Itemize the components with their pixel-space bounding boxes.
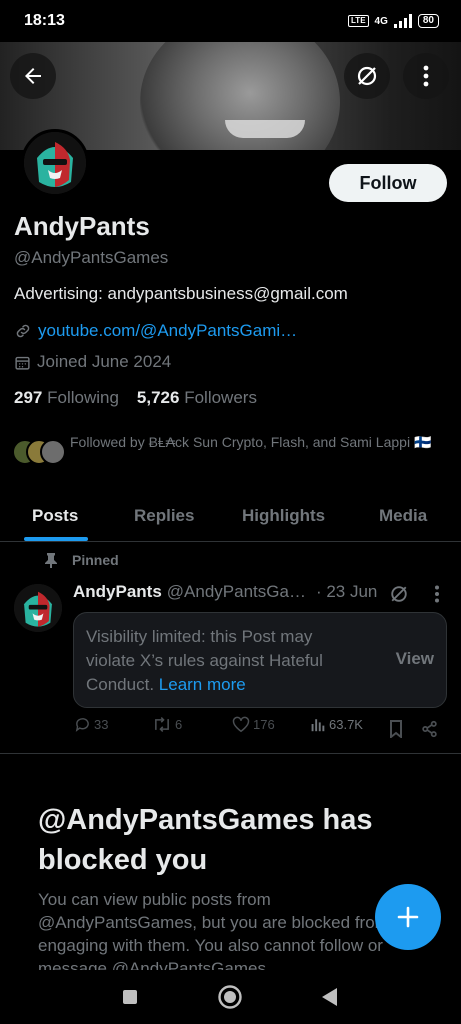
blocked-body: You can view public posts from @AndyPant… [38, 890, 389, 970]
system-navigation-bar [0, 970, 461, 1024]
volte-icon: LTE [348, 15, 369, 27]
grok-icon [357, 66, 377, 86]
pin-icon [45, 553, 57, 568]
triangle-back-icon [322, 988, 337, 1006]
notice-text-block: Visibility limited: this Post may violat… [86, 625, 354, 697]
square-icon [123, 990, 137, 1004]
visibility-limited-notice: Visibility limited: this Post may violat… [73, 612, 447, 708]
status-time: 18:13 [24, 12, 65, 29]
grok-icon[interactable] [388, 583, 410, 605]
link-icon [16, 324, 30, 338]
post-author-avatar[interactable] [14, 584, 62, 632]
back-nav-button[interactable] [316, 984, 342, 1010]
arrow-left-icon [25, 68, 41, 84]
profile-joined-row: Joined June 2024 [14, 352, 171, 372]
reply-icon [75, 718, 89, 732]
tab-highlights[interactable]: Highlights [242, 490, 325, 542]
recents-button[interactable] [117, 984, 143, 1010]
profile-stats: 297 Following 5,726 Followers [14, 388, 257, 408]
home-button[interactable] [217, 984, 243, 1010]
pinned-label: Pinned [72, 552, 119, 568]
view-post-button[interactable]: View [396, 649, 434, 669]
learn-more-link[interactable]: Learn more [159, 675, 246, 694]
repost-button[interactable]: 6 [152, 716, 182, 733]
status-bar: 18:13 LTE 4G 80 [0, 0, 461, 42]
like-count: 176 [253, 717, 275, 732]
repost-icon [155, 717, 169, 732]
plus-icon [397, 906, 419, 928]
network-type: 4G [374, 15, 388, 27]
post-header: AndyPants @AndyPantsGa… · 23 Jun [73, 582, 377, 602]
blocked-title: @AndyPantsGames has blocked you [38, 804, 373, 876]
profile-name: AndyPants [14, 211, 150, 241]
followers-label: Followers [184, 388, 257, 407]
compose-post-button[interactable] [375, 884, 441, 950]
follow-button[interactable]: Follow [329, 164, 447, 202]
battery-level: 80 [422, 15, 434, 26]
tab-replies[interactable]: Replies [134, 490, 194, 542]
profile-link-row: youtube.com/@AndyPantsGami… [14, 321, 297, 341]
tab-posts[interactable]: Posts [32, 490, 78, 542]
profile-tabs: Posts Replies Highlights Media [0, 490, 461, 542]
avatar-image [24, 132, 86, 194]
profile-joined-date: Joined June 2024 [37, 352, 172, 371]
battery-icon: 80 [417, 14, 439, 28]
followers-count: 5,726 [136, 388, 180, 407]
status-icons: LTE 4G 80 [348, 14, 439, 28]
followed-by-row[interactable]: Followed by ɃⱠ₳ck Sun Crypto, Flash, and… [12, 433, 452, 467]
pinned-indicator: Pinned [44, 552, 119, 568]
profile-bio: Advertising: andypantsbusiness@gmail.com [14, 284, 348, 303]
signal-icon [393, 14, 412, 28]
analytics-icon [311, 719, 325, 732]
tab-media[interactable]: Media [379, 490, 427, 542]
more-vertical-icon [423, 65, 429, 87]
followed-by-text: Followed by ɃⱠ₳ck Sun Crypto, Flash, and… [70, 434, 432, 450]
share-icon[interactable] [421, 720, 438, 738]
post-actions: 33 6 176 63.7K [0, 716, 461, 742]
active-tab-indicator [24, 537, 88, 541]
views-button[interactable]: 63.7K [310, 716, 363, 732]
banner-smile-image [225, 120, 305, 138]
post-date[interactable]: · 23 Jun [316, 582, 377, 602]
back-button[interactable] [10, 53, 56, 99]
profile-avatar[interactable] [21, 129, 89, 197]
view-count: 63.7K [329, 716, 363, 732]
heart-icon [232, 716, 250, 733]
profile-website-link[interactable]: youtube.com/@AndyPantsGami… [38, 321, 297, 341]
repost-count: 6 [175, 717, 183, 732]
reply-count: 33 [94, 717, 109, 732]
post-more-icon[interactable] [434, 585, 440, 603]
bookmark-icon[interactable] [389, 720, 403, 738]
follower-avatar [40, 439, 66, 465]
reply-button[interactable]: 33 [74, 716, 108, 733]
profile-handle: @AndyPantsGames [14, 248, 169, 267]
like-button[interactable]: 176 [232, 716, 275, 733]
followers-link[interactable]: 5,726 Followers [137, 388, 257, 408]
post-author-handle[interactable]: @AndyPantsGa… [167, 582, 306, 602]
more-options-button[interactable] [403, 53, 449, 99]
calendar-icon [15, 356, 30, 370]
following-link[interactable]: 297 Following [14, 388, 119, 408]
post-divider [0, 753, 461, 754]
followed-by-avatars [12, 433, 70, 467]
following-label: Following [47, 388, 119, 407]
following-count: 297 [14, 388, 43, 407]
post-author-name[interactable]: AndyPants [73, 582, 162, 602]
home-circle-icon [218, 985, 242, 1009]
grok-button[interactable] [344, 53, 390, 99]
